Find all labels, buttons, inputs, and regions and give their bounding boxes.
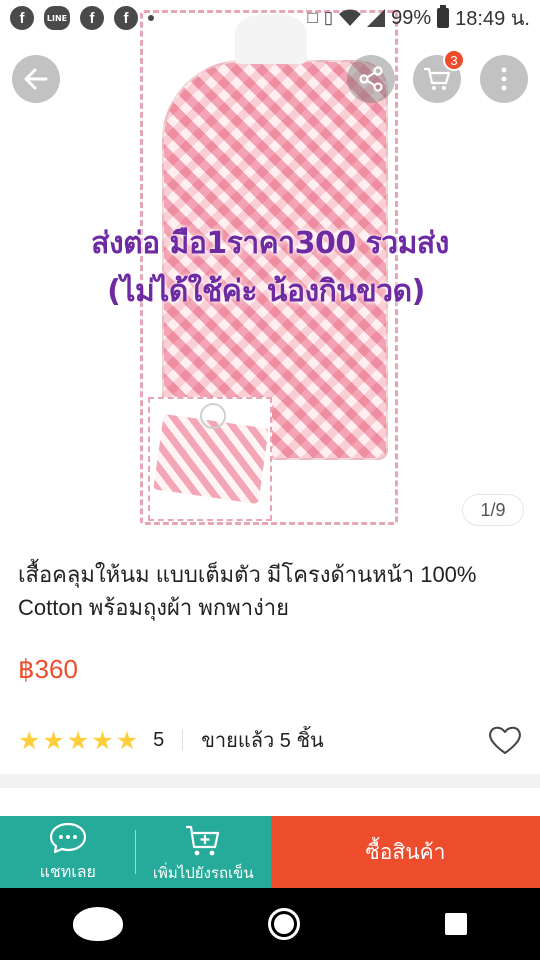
star-icon: ★ [115,725,139,755]
line-icon: LINE [44,6,70,30]
overlay-text-line-1: ส่งต่อ มือ1ราคา300 รวมส่ง [91,226,449,261]
share-button[interactable] [347,55,395,103]
notification-dot-icon [148,15,154,21]
battery-icon [437,5,450,28]
battery-percent: 99% [391,6,432,29]
buy-now-button[interactable]: ซื้อสินค้า [271,816,540,888]
section-divider [0,774,540,788]
rating-row: ★ ★ ★ ★ ★ 5 ขายแล้ว 5 ชิ้น [18,722,523,758]
arrow-left-icon [24,68,48,90]
pouch-thumbnail-image [148,397,272,521]
vibrate-icon: ▯ [323,8,334,27]
product-price: ฿360 [18,654,78,684]
cart-count-badge: 3 [443,49,465,71]
more-options-button[interactable] [480,55,528,103]
sold-count: ขายแล้ว 5 ชิ้น [201,730,324,752]
cart-button[interactable]: 3 [413,49,465,103]
nav-home-icon[interactable] [267,908,300,940]
chat-button[interactable]: แชทเลย [0,816,136,888]
signal-icon [367,9,386,27]
system-nav-bar [0,888,540,960]
heart-icon [489,726,521,754]
nav-recent-apps-icon[interactable] [445,913,468,935]
facebook-icon: f [114,6,138,30]
star-icon: ★ [18,725,41,755]
clock: 18:49 น. [455,8,530,30]
add-to-cart-button[interactable]: เพิ่มไปยังรถเข็น [136,816,272,888]
action-bar: แชทเลย เพิ่มไปยังรถเข็น ซื้อสินค้า [0,816,540,888]
action-divider [135,830,136,874]
separator [182,730,184,750]
like-button[interactable] [487,722,523,758]
product-title: เสื้อคลุมให้นม แบบเต็มตัว มีโครงด้านหน้า… [18,562,477,620]
facebook-icon: f [80,6,104,30]
facebook-icon: f [10,6,34,30]
chat-icon [49,822,86,854]
star-icon: ★ [66,725,90,755]
back-button[interactable] [12,55,60,103]
add-cart-icon [186,825,220,856]
star-rating: ★ ★ ★ ★ ★ [18,728,138,753]
rating-value: 5 [153,728,165,751]
add-to-cart-label: เพิ่มไปยังรถเข็น [152,864,254,882]
nav-back-icon[interactable] [72,907,123,941]
share-icon [359,66,383,92]
nfc-icon: □ [307,8,318,27]
chat-label: แชทเลย [39,862,96,881]
wifi-icon [339,9,362,26]
star-icon: ★ [91,725,114,755]
more-vertical-icon [501,67,507,91]
image-pager: 1/9 [462,494,524,526]
status-bar: f LINE f f □ ▯ 99% 18:49 น. [0,0,540,36]
overlay-text-line-2: (ไม่ได้ใช้ค่ะ น้องกินขวด) [107,274,425,309]
star-icon: ★ [42,725,65,755]
